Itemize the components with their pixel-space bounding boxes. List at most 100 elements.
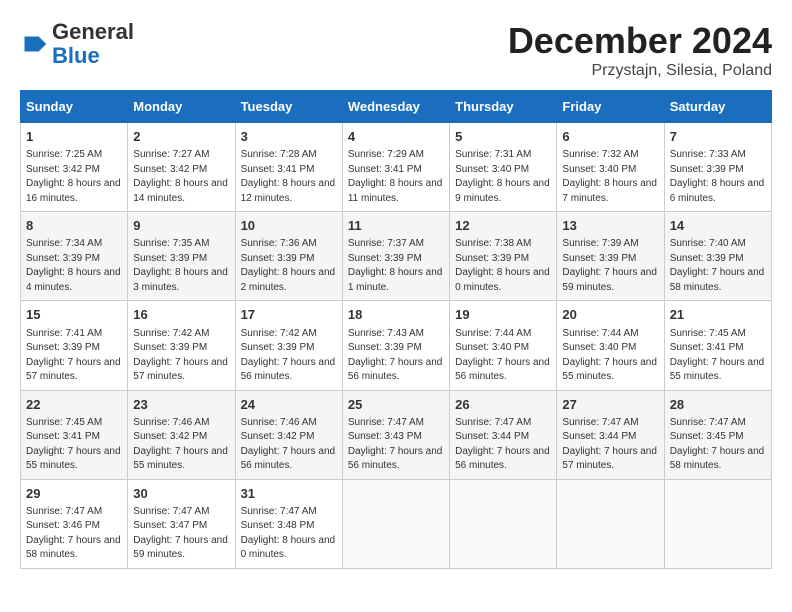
header-cell-monday: Monday bbox=[128, 91, 235, 123]
logo: General Blue bbox=[20, 20, 134, 68]
calendar-cell: 16 Sunrise: 7:42 AMSunset: 3:39 PMDayligh… bbox=[128, 301, 235, 390]
calendar-cell: 30 Sunrise: 7:47 AMSunset: 3:47 PMDayligh… bbox=[128, 479, 235, 568]
day-info: Sunrise: 7:42 AMSunset: 3:39 PMDaylight:… bbox=[133, 327, 229, 385]
day-number: 24 bbox=[241, 396, 337, 414]
calendar-cell: 17 Sunrise: 7:42 AMSunset: 3:39 PMDayligh… bbox=[235, 301, 342, 390]
calendar-cell bbox=[664, 479, 771, 568]
calendar-cell: 4Sunrise: 7:29 AMSunset: 3:41 PMDaylight… bbox=[342, 123, 449, 212]
calendar-cell: 15Sunrise: 7:41 AMSunset: 3:39 PMDayligh… bbox=[21, 301, 128, 390]
calendar-cell bbox=[450, 479, 557, 568]
day-info: Sunrise: 7:36 AMSunset: 3:39 PMDaylight:… bbox=[241, 237, 337, 295]
day-info: Sunrise: 7:42 AMSunset: 3:39 PMDaylight:… bbox=[241, 327, 337, 385]
calendar-cell: 8Sunrise: 7:34 AMSunset: 3:39 PMDaylight… bbox=[21, 212, 128, 301]
calendar-cell bbox=[342, 479, 449, 568]
day-number: 18 bbox=[348, 306, 444, 324]
day-info: Sunrise: 7:28 AMSunset: 3:41 PMDaylight:… bbox=[241, 148, 337, 206]
header-cell-friday: Friday bbox=[557, 91, 664, 123]
calendar-cell: 10 Sunrise: 7:36 AMSunset: 3:39 PMDayligh… bbox=[235, 212, 342, 301]
calendar-body: 1Sunrise: 7:25 AMSunset: 3:42 PMDaylight… bbox=[21, 123, 772, 569]
day-info: Sunrise: 7:25 AMSunset: 3:42 PMDaylight:… bbox=[26, 148, 122, 206]
header-cell-wednesday: Wednesday bbox=[342, 91, 449, 123]
calendar-cell: 11Sunrise: 7:37 AMSunset: 3:39 PMDayligh… bbox=[342, 212, 449, 301]
header-row: SundayMondayTuesdayWednesdayThursdayFrid… bbox=[21, 91, 772, 123]
day-info: Sunrise: 7:46 AMSunset: 3:42 PMDaylight:… bbox=[241, 416, 337, 474]
calendar-week-2: 8Sunrise: 7:34 AMSunset: 3:39 PMDaylight… bbox=[21, 212, 772, 301]
calendar-cell: 20 Sunrise: 7:44 AMSunset: 3:40 PMDayligh… bbox=[557, 301, 664, 390]
calendar-cell: 19 Sunrise: 7:44 AMSunset: 3:40 PMDayligh… bbox=[450, 301, 557, 390]
calendar-cell: 12 Sunrise: 7:38 AMSunset: 3:39 PMDayligh… bbox=[450, 212, 557, 301]
day-info: Sunrise: 7:31 AMSunset: 3:40 PMDaylight:… bbox=[455, 148, 551, 206]
day-info: Sunrise: 7:29 AMSunset: 3:41 PMDaylight:… bbox=[348, 148, 444, 206]
calendar-cell: 23 Sunrise: 7:46 AMSunset: 3:42 PMDayligh… bbox=[128, 390, 235, 479]
calendar-cell: 18 Sunrise: 7:43 AMSunset: 3:39 PMDayligh… bbox=[342, 301, 449, 390]
calendar-week-5: 29Sunrise: 7:47 AMSunset: 3:46 PMDayligh… bbox=[21, 479, 772, 568]
day-info: Sunrise: 7:27 AMSunset: 3:42 PMDaylight:… bbox=[133, 148, 229, 206]
day-number: 26 bbox=[455, 396, 551, 414]
day-number: 6 bbox=[562, 128, 658, 146]
day-number: 2 bbox=[133, 128, 229, 146]
day-number: 17 bbox=[241, 306, 337, 324]
page-header: General Blue December 2024 Przystajn, Si… bbox=[20, 20, 772, 80]
day-info: Sunrise: 7:39 AMSunset: 3:39 PMDaylight:… bbox=[562, 237, 658, 295]
day-info: Sunrise: 7:45 AMSunset: 3:41 PMDaylight:… bbox=[26, 416, 122, 474]
day-info: Sunrise: 7:33 AMSunset: 3:39 PMDaylight:… bbox=[670, 148, 766, 206]
calendar-week-3: 15Sunrise: 7:41 AMSunset: 3:39 PMDayligh… bbox=[21, 301, 772, 390]
day-number: 7 bbox=[670, 128, 766, 146]
calendar-cell: 22 Sunrise: 7:45 AMSunset: 3:41 PMDayligh… bbox=[21, 390, 128, 479]
day-number: 29 bbox=[26, 485, 122, 503]
day-number: 19 bbox=[455, 306, 551, 324]
day-number: 30 bbox=[133, 485, 229, 503]
day-info: Sunrise: 7:47 AMSunset: 3:47 PMDaylight:… bbox=[133, 505, 229, 563]
day-info: Sunrise: 7:32 AMSunset: 3:40 PMDaylight:… bbox=[562, 148, 658, 206]
header-cell-tuesday: Tuesday bbox=[235, 91, 342, 123]
title-block: December 2024 Przystajn, Silesia, Poland bbox=[508, 20, 772, 80]
calendar-header: SundayMondayTuesdayWednesdayThursdayFrid… bbox=[21, 91, 772, 123]
calendar-table: SundayMondayTuesdayWednesdayThursdayFrid… bbox=[20, 90, 772, 569]
calendar-cell: 3 Sunrise: 7:28 AMSunset: 3:41 PMDaylight… bbox=[235, 123, 342, 212]
day-info: Sunrise: 7:40 AMSunset: 3:39 PMDaylight:… bbox=[670, 237, 766, 295]
day-number: 10 bbox=[241, 217, 337, 235]
calendar-cell: 9Sunrise: 7:35 AMSunset: 3:39 PMDaylight… bbox=[128, 212, 235, 301]
calendar-cell: 6 Sunrise: 7:32 AMSunset: 3:40 PMDaylight… bbox=[557, 123, 664, 212]
logo-icon bbox=[20, 29, 50, 59]
calendar-cell: 27Sunrise: 7:47 AMSunset: 3:44 PMDayligh… bbox=[557, 390, 664, 479]
day-number: 3 bbox=[241, 128, 337, 146]
day-info: Sunrise: 7:46 AMSunset: 3:42 PMDaylight:… bbox=[133, 416, 229, 474]
calendar-week-4: 22 Sunrise: 7:45 AMSunset: 3:41 PMDayligh… bbox=[21, 390, 772, 479]
day-number: 13 bbox=[562, 217, 658, 235]
day-info: Sunrise: 7:44 AMSunset: 3:40 PMDaylight:… bbox=[562, 327, 658, 385]
day-number: 22 bbox=[26, 396, 122, 414]
day-info: Sunrise: 7:35 AMSunset: 3:39 PMDaylight:… bbox=[133, 237, 229, 295]
day-info: Sunrise: 7:34 AMSunset: 3:39 PMDaylight:… bbox=[26, 237, 122, 295]
day-number: 23 bbox=[133, 396, 229, 414]
day-number: 14 bbox=[670, 217, 766, 235]
logo-text: General Blue bbox=[52, 20, 134, 68]
day-number: 20 bbox=[562, 306, 658, 324]
header-cell-thursday: Thursday bbox=[450, 91, 557, 123]
day-info: Sunrise: 7:41 AMSunset: 3:39 PMDaylight:… bbox=[26, 327, 122, 385]
day-number: 11 bbox=[348, 217, 444, 235]
header-cell-saturday: Saturday bbox=[664, 91, 771, 123]
day-number: 12 bbox=[455, 217, 551, 235]
calendar-cell: 2 Sunrise: 7:27 AMSunset: 3:42 PMDaylight… bbox=[128, 123, 235, 212]
day-number: 16 bbox=[133, 306, 229, 324]
calendar-cell bbox=[557, 479, 664, 568]
calendar-cell: 13 Sunrise: 7:39 AMSunset: 3:39 PMDayligh… bbox=[557, 212, 664, 301]
day-info: Sunrise: 7:47 AMSunset: 3:45 PMDaylight:… bbox=[670, 416, 766, 474]
day-info: Sunrise: 7:44 AMSunset: 3:40 PMDaylight:… bbox=[455, 327, 551, 385]
calendar-cell: 24 Sunrise: 7:46 AMSunset: 3:42 PMDayligh… bbox=[235, 390, 342, 479]
day-info: Sunrise: 7:47 AMSunset: 3:44 PMDaylight:… bbox=[455, 416, 551, 474]
calendar-cell: 29Sunrise: 7:47 AMSunset: 3:46 PMDayligh… bbox=[21, 479, 128, 568]
calendar-cell: 31 Sunrise: 7:47 AMSunset: 3:48 PMDayligh… bbox=[235, 479, 342, 568]
day-number: 21 bbox=[670, 306, 766, 324]
calendar-cell: 5Sunrise: 7:31 AMSunset: 3:40 PMDaylight… bbox=[450, 123, 557, 212]
calendar-cell: 26 Sunrise: 7:47 AMSunset: 3:44 PMDayligh… bbox=[450, 390, 557, 479]
day-number: 27 bbox=[562, 396, 658, 414]
header-cell-sunday: Sunday bbox=[21, 91, 128, 123]
day-number: 31 bbox=[241, 485, 337, 503]
day-info: Sunrise: 7:47 AMSunset: 3:48 PMDaylight:… bbox=[241, 505, 337, 563]
day-info: Sunrise: 7:45 AMSunset: 3:41 PMDaylight:… bbox=[670, 327, 766, 385]
day-info: Sunrise: 7:38 AMSunset: 3:39 PMDaylight:… bbox=[455, 237, 551, 295]
day-info: Sunrise: 7:47 AMSunset: 3:43 PMDaylight:… bbox=[348, 416, 444, 474]
day-info: Sunrise: 7:43 AMSunset: 3:39 PMDaylight:… bbox=[348, 327, 444, 385]
